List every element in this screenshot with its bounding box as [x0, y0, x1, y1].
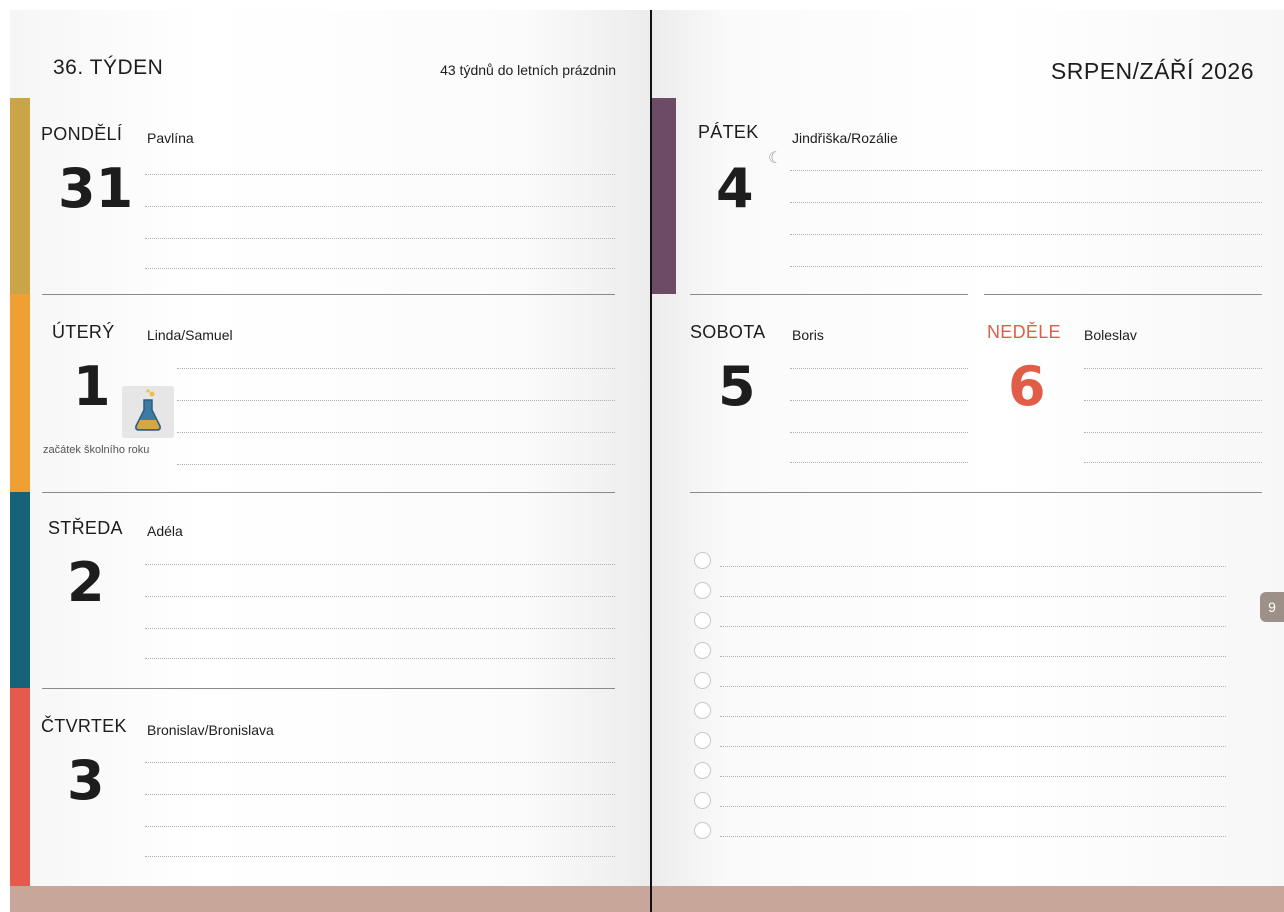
writing-line: [145, 826, 615, 827]
checklist-line: [720, 656, 1226, 657]
day-name-thursday: ČTVRTEK: [41, 716, 127, 736]
name-day-tuesday: Linda/Samuel: [147, 327, 233, 343]
checklist-line: [720, 596, 1226, 597]
writing-line: [177, 432, 615, 433]
crescent-moon-icon: ☾: [768, 150, 783, 167]
date-tuesday: 1: [73, 355, 111, 418]
day-separator: [42, 294, 615, 295]
checklist-checkbox[interactable]: [694, 582, 711, 599]
writing-line: [790, 368, 968, 369]
writing-line: [790, 234, 1262, 235]
date-thursday: 3: [67, 749, 105, 812]
writing-line: [1084, 432, 1262, 433]
name-day-wednesday: Adéla: [147, 523, 183, 539]
writing-line: [145, 268, 615, 269]
checklist-checkbox[interactable]: [694, 732, 711, 749]
checklist-line: [720, 626, 1226, 627]
page-number-tab: 9: [1260, 592, 1284, 622]
date-wednesday: 2: [67, 551, 105, 614]
week-title: 36. TÝDEN: [53, 56, 164, 79]
writing-line: [790, 170, 1262, 171]
writing-line: [790, 462, 968, 463]
name-day-friday: Jindřiška/Rozálie: [792, 130, 898, 146]
name-day-monday: Pavlína: [147, 130, 194, 146]
checklist-line: [720, 836, 1226, 837]
day-color-tab-friday: [652, 98, 676, 294]
checklist-line: [720, 566, 1226, 567]
checklist-line: [720, 806, 1226, 807]
checklist-line: [720, 716, 1226, 717]
writing-line: [790, 266, 1262, 267]
bottom-band: [10, 886, 651, 912]
writing-line: [177, 464, 615, 465]
checklist-checkbox[interactable]: [694, 672, 711, 689]
checklist-checkbox[interactable]: [694, 552, 711, 569]
day-color-tab-monday: [10, 98, 30, 294]
writing-line: [145, 238, 615, 239]
event-note: začátek školního roku: [43, 444, 150, 456]
day-color-tab-wednesday: [10, 492, 30, 688]
day-name-saturday: SOBOTA: [690, 322, 766, 342]
right-page: SRPEN/ZÁŘÍ 2026 PÁTEK 4 ☾ Jindřiška/Rozá…: [652, 10, 1284, 912]
writing-line: [177, 400, 615, 401]
checklist-line: [720, 686, 1226, 687]
day-color-tab-tuesday: [10, 294, 30, 492]
name-day-thursday: Bronislav/Bronislava: [147, 722, 274, 738]
writing-line: [145, 174, 615, 175]
weeks-until-holidays: 43 týdnů do letních prázdnin: [440, 62, 616, 78]
name-day-saturday: Boris: [792, 327, 824, 343]
day-color-tab-thursday: [10, 688, 30, 886]
checklist-line: [720, 776, 1226, 777]
day-separator: [690, 294, 968, 295]
day-name-wednesday: STŘEDA: [48, 518, 123, 538]
date-monday: 31: [58, 157, 134, 220]
checklist-checkbox[interactable]: [694, 702, 711, 719]
writing-line: [1084, 400, 1262, 401]
day-name-monday: PONDĚLÍ: [41, 124, 123, 144]
checklist-checkbox[interactable]: [694, 792, 711, 809]
writing-line: [790, 400, 968, 401]
writing-line: [145, 794, 615, 795]
writing-line: [790, 432, 968, 433]
day-name-tuesday: ÚTERÝ: [52, 322, 115, 342]
day-separator: [42, 688, 615, 689]
day-name-sunday: NEDĚLE: [987, 322, 1061, 342]
name-day-sunday: Boleslav: [1084, 327, 1137, 343]
writing-line: [145, 206, 615, 207]
writing-line: [145, 762, 615, 763]
flask-icon: [122, 386, 174, 438]
writing-line: [790, 202, 1262, 203]
checklist-line: [720, 746, 1226, 747]
writing-line: [177, 368, 615, 369]
checklist-checkbox[interactable]: [694, 762, 711, 779]
writing-line: [1084, 368, 1262, 369]
checklist-checkbox[interactable]: [694, 642, 711, 659]
date-saturday: 5: [718, 355, 756, 418]
date-friday: 4: [716, 157, 754, 220]
writing-line: [145, 856, 615, 857]
day-separator: [984, 294, 1262, 295]
month-title: SRPEN/ZÁŘÍ 2026: [1050, 58, 1254, 84]
day-separator: [42, 492, 615, 493]
writing-line: [1084, 462, 1262, 463]
day-name-friday: PÁTEK: [698, 122, 759, 142]
bottom-band: [652, 886, 1284, 912]
checklist-checkbox[interactable]: [694, 822, 711, 839]
writing-line: [145, 596, 615, 597]
date-sunday: 6: [1008, 355, 1046, 418]
left-page: 36. TÝDEN 43 týdnů do letních prázdnin P…: [10, 10, 651, 912]
writing-line: [145, 564, 615, 565]
writing-line: [145, 658, 615, 659]
writing-line: [145, 628, 615, 629]
checklist-checkbox[interactable]: [694, 612, 711, 629]
day-separator: [690, 492, 1262, 493]
